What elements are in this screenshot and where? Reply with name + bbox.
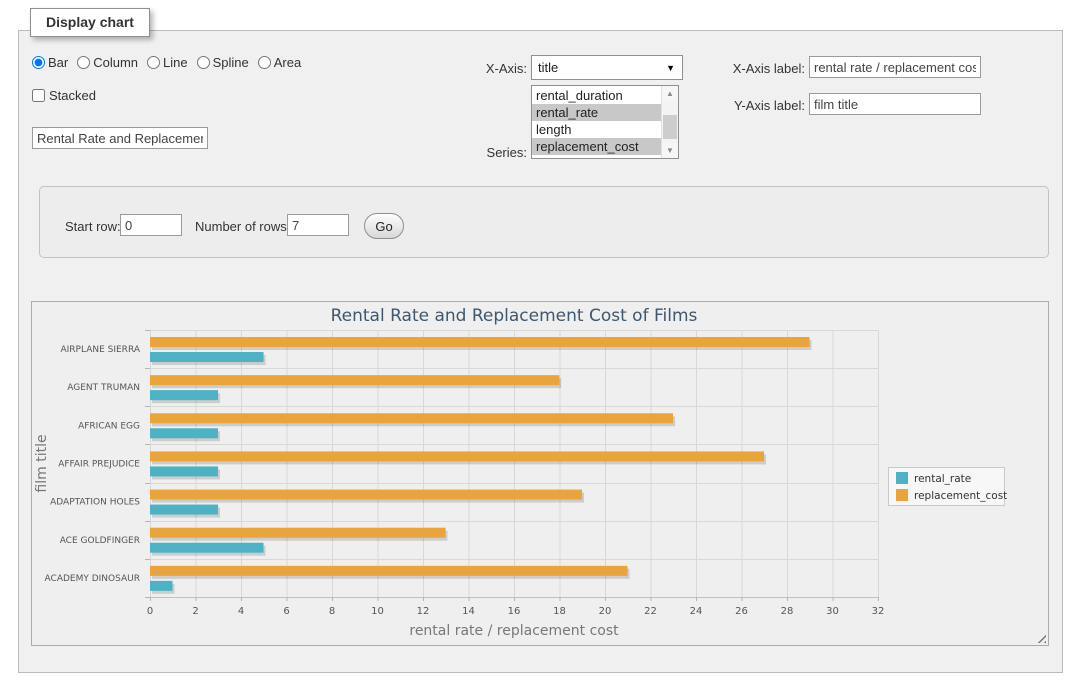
svg-text:26: 26 [735,606,748,617]
series-option-replacement_cost[interactable]: replacement_cost [532,138,661,155]
svg-text:8: 8 [329,606,335,617]
series-caption: Series: [457,145,527,160]
chart-type-radio-group: Bar Column Line Spline Area [32,55,310,70]
x-axis-label-caption: X-Axis label: [713,61,805,76]
start-row-input[interactable] [120,214,182,236]
chart-type-radio-area[interactable] [258,56,271,69]
svg-text:2: 2 [192,606,198,617]
svg-text:ACADEMY DINOSAUR: ACADEMY DINOSAUR [45,574,140,584]
svg-text:18: 18 [553,606,566,617]
legend-swatch-rental_rate[interactable] [896,472,908,484]
display-chart-panel: Display chart BarColumnLineSplineArea St… [18,30,1063,673]
chart-type-label: Spline [213,55,249,70]
bar-rental_rate-african-egg [150,428,218,438]
chart-title: Rental Rate and Replacement Cost of Film… [331,306,698,326]
x-axis-label-input[interactable] [809,56,981,78]
legend-swatch-replacement_cost[interactable] [896,489,908,501]
bar-replacement_cost-agent-truman [150,375,559,385]
series-option-rental_rate[interactable]: rental_rate [532,104,661,121]
svg-text:0: 0 [147,606,153,617]
chart-type-option-line[interactable]: Line [147,55,188,70]
stacked-checkbox-row[interactable]: Stacked [32,88,96,103]
legend-label-replacement_cost[interactable]: replacement_cost [914,490,1007,502]
x-axis-select-value: title [538,60,558,75]
series-listbox[interactable]: rental_durationrental_ratelengthreplacem… [531,85,679,159]
chevron-down-icon: ▼ [666,63,675,73]
chart-type-radio-line[interactable] [147,56,160,69]
svg-text:30: 30 [826,606,839,617]
scroll-thumb[interactable] [663,115,677,139]
series-option-length[interactable]: length [532,121,661,138]
chart-type-label: Line [163,55,188,70]
bar-rental_rate-academy-dinosaur [150,581,173,591]
bar-replacement_cost-ace-goldfinger [150,528,446,538]
x-axis-select[interactable]: title ▼ [531,55,683,80]
svg-text:32: 32 [872,606,885,617]
bar-chart: 02468101214161820222426283032AIRPLANE SI… [32,302,1048,645]
bar-replacement_cost-airplane-sierra [150,337,810,347]
svg-text:AIRPLANE SIERRA: AIRPLANE SIERRA [60,345,140,355]
svg-text:20: 20 [599,606,612,617]
number-of-rows-caption: Number of rows: [195,219,290,234]
svg-text:10: 10 [371,606,384,617]
bar-replacement_cost-academy-dinosaur [150,566,628,576]
number-of-rows-input[interactable] [287,214,349,236]
bar-rental_rate-agent-truman [150,390,218,400]
series-option-rental_duration[interactable]: rental_duration [532,87,661,104]
bar-rental_rate-airplane-sierra [150,352,264,362]
category-labels: AIRPLANE SIERRA AGENT TRUMAN AFRICAN EGG AF… [45,345,141,584]
svg-text:AFRICAN EGG: AFRICAN EGG [78,421,140,431]
bars [150,337,812,594]
legend-label-rental_rate[interactable]: rental_rate [914,473,971,485]
x-tick-labels: 02468101214161820222426283032 [147,606,885,617]
go-button[interactable]: Go [364,213,404,239]
svg-text:AFFAIR PREJUDICE: AFFAIR PREJUDICE [58,460,140,470]
bar-replacement_cost-african-egg [150,413,673,423]
y-axis-label-caption: Y-Axis label: [713,98,805,113]
panel-legend: Display chart [30,8,150,37]
svg-text:AGENT TRUMAN: AGENT TRUMAN [67,383,140,393]
scroll-up-icon[interactable]: ▲ [662,86,678,101]
scroll-down-icon[interactable]: ▼ [662,143,678,158]
x-axis-caption: X-Axis: [457,61,527,76]
bar-rental_rate-affair-prejudice [150,466,218,476]
stacked-checkbox[interactable] [32,89,45,102]
chart-type-radio-spline[interactable] [197,56,210,69]
svg-text:16: 16 [508,606,521,617]
chart-type-option-bar[interactable]: Bar [32,55,68,70]
bar-replacement_cost-adaptation-holes [150,490,582,500]
y-axis-title: film title [34,434,50,492]
svg-text:22: 22 [644,606,657,617]
stacked-label: Stacked [49,88,96,103]
x-axis-title: rental rate / replacement cost [409,623,619,639]
chart-type-radio-bar[interactable] [32,56,45,69]
y-axis-label-input[interactable] [809,93,981,115]
chart-type-option-column[interactable]: Column [77,55,138,70]
svg-text:28: 28 [781,606,794,617]
chart-type-label: Area [274,55,301,70]
svg-text:6: 6 [283,606,289,617]
chart-type-radio-column[interactable] [77,56,90,69]
row-controls-panel: Start row: Number of rows: Go [39,186,1049,258]
chart-type-option-area[interactable]: Area [258,55,301,70]
svg-text:12: 12 [417,606,430,617]
chart-legend: rental_rate replacement_cost [889,468,1008,506]
chart-title-input[interactable] [32,127,208,149]
svg-text:24: 24 [690,606,703,617]
svg-text:ADAPTATION HOLES: ADAPTATION HOLES [50,498,140,508]
chart-container: 02468101214161820222426283032AIRPLANE SI… [31,301,1049,646]
scrollbar[interactable]: ▲ ▼ [661,86,678,158]
svg-text:4: 4 [238,606,244,617]
chart-type-label: Column [93,55,138,70]
axes [150,597,879,601]
svg-text:14: 14 [462,606,475,617]
start-row-caption: Start row: [65,219,121,234]
bar-rental_rate-ace-goldfinger [150,543,264,553]
bar-rental_rate-adaptation-holes [150,505,218,515]
chart-type-option-spline[interactable]: Spline [197,55,249,70]
bar-replacement_cost-affair-prejudice [150,451,764,461]
svg-text:ACE GOLDFINGER: ACE GOLDFINGER [60,536,140,546]
series-options: rental_durationrental_ratelengthreplacem… [532,86,661,158]
chart-type-label: Bar [48,55,68,70]
